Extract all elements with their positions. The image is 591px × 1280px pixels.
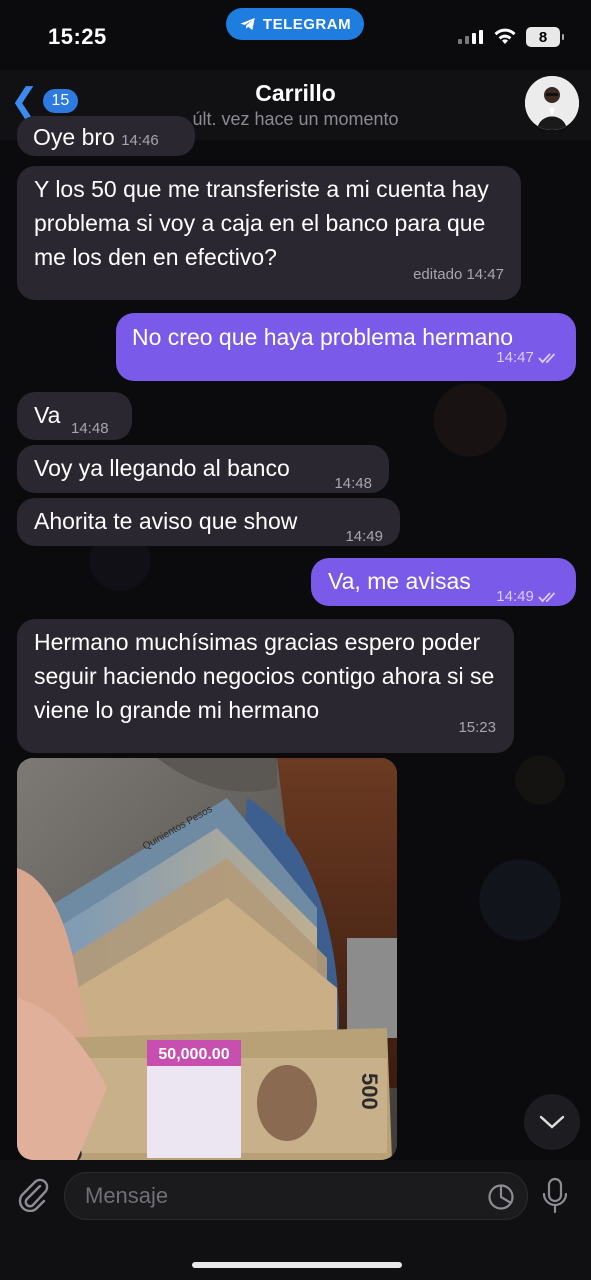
chevron-down-icon <box>539 1115 565 1129</box>
status-bar: 15:25 TELEGRAM 8 <box>0 0 591 70</box>
scroll-down-button[interactable] <box>524 1094 580 1150</box>
double-check-icon <box>538 592 556 603</box>
message-time: 14:48 <box>334 475 372 492</box>
avatar[interactable] <box>525 76 579 130</box>
message-time: 14:47 <box>496 349 534 366</box>
message-bubble-outgoing[interactable]: No creo que haya problema hermano 14:47 <box>116 313 576 381</box>
message-time: 14:46 <box>121 132 159 149</box>
message-text: Hermano muchísimas gracias espero poder … <box>34 629 495 723</box>
message-bubble-incoming[interactable]: Voy ya llegando al banco 14:48 <box>17 445 389 493</box>
message-text: Oye bro <box>33 124 115 150</box>
band-label: 50,000.00 <box>158 1046 229 1063</box>
message-text: No creo que haya problema hermano <box>132 324 514 350</box>
message-time: 14:49 <box>345 528 383 545</box>
home-indicator <box>192 1262 402 1268</box>
message-meta: 14:47 <box>496 341 560 375</box>
message-text: Va <box>34 402 61 428</box>
wifi-icon <box>494 28 516 44</box>
message-bubble-incoming[interactable]: Hermano muchísimas gracias espero poder … <box>17 619 514 753</box>
status-time: 15:25 <box>48 24 107 49</box>
microphone-icon[interactable] <box>540 1176 570 1216</box>
message-bubble-incoming[interactable]: Oye bro 14:46 <box>17 116 195 156</box>
telegram-pill-label: TELEGRAM <box>262 15 352 33</box>
sticker-icon[interactable] <box>487 1183 515 1211</box>
message-time: 14:48 <box>71 420 109 437</box>
signal-icon <box>458 30 483 44</box>
cash-photo: 50,000.00 500 500 Quinientos Pesos <box>17 758 397 1160</box>
battery-icon: 8 <box>526 27 564 47</box>
attach-icon[interactable] <box>16 1176 50 1212</box>
message-time: 15:23 <box>458 719 496 736</box>
battery-level: 8 <box>538 28 548 46</box>
photo-message[interactable]: 50,000.00 500 500 Quinientos Pesos <box>17 758 397 1160</box>
telegram-icon <box>240 18 255 30</box>
message-text: Ahorita te aviso que show <box>34 508 298 534</box>
message-meta: 14:49 <box>496 580 560 614</box>
message-bubble-incoming[interactable]: Y los 50 que me transferiste a mi cuenta… <box>17 166 521 300</box>
message-time: editado 14:47 <box>413 266 504 283</box>
message-bubble-incoming[interactable]: Ahorita te aviso que show 14:49 <box>17 498 400 546</box>
message-bubble-outgoing[interactable]: Va, me avisas 14:49 <box>311 558 576 606</box>
message-bubble-incoming[interactable]: Va 14:48 <box>17 392 132 440</box>
message-field[interactable] <box>64 1172 528 1220</box>
message-time: 14:49 <box>496 588 534 605</box>
telegram-pill[interactable]: TELEGRAM <box>226 8 364 40</box>
message-input[interactable] <box>83 1182 467 1210</box>
note-value: 500 <box>357 1073 382 1110</box>
chat-title[interactable]: Carrillo <box>0 80 591 107</box>
message-text: Va, me avisas <box>328 568 471 594</box>
chat-screen: 15:25 TELEGRAM 8 ❮ 15 Carrillo últ. vez … <box>0 0 591 1280</box>
double-check-icon <box>538 353 556 364</box>
message-text: Voy ya llegando al banco <box>34 455 290 481</box>
